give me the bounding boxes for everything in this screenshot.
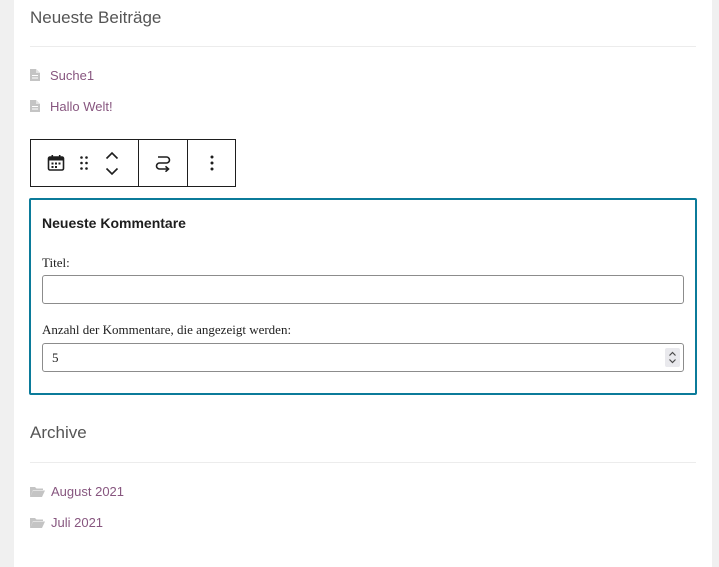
post-link[interactable]: Suche1 xyxy=(50,68,94,83)
toolbar-group xyxy=(31,140,139,186)
post-link[interactable]: Hallo Welt! xyxy=(50,99,113,114)
recent-comments-block[interactable]: Neueste Kommentare Titel: Anzahl der Kom… xyxy=(29,198,697,395)
list-item[interactable]: Suche1 xyxy=(30,66,94,84)
block-title: Neueste Kommentare xyxy=(42,215,186,231)
title-field-label: Titel: xyxy=(42,255,70,270)
title-input[interactable] xyxy=(42,275,684,304)
archive-title: Archive xyxy=(30,423,87,442)
calendar-icon[interactable] xyxy=(44,151,68,175)
divider xyxy=(30,462,696,463)
document-icon xyxy=(30,100,40,112)
transform-icon[interactable] xyxy=(151,151,175,175)
archive-link[interactable]: Juli 2021 xyxy=(51,515,103,530)
drag-handle-icon[interactable] xyxy=(74,151,94,175)
move-down-icon[interactable] xyxy=(100,163,124,179)
widget-panel: Neueste Beiträge Suche1 Hallo Welt! Neue… xyxy=(14,0,712,567)
more-options-icon[interactable] xyxy=(200,151,224,175)
list-item[interactable]: August 2021 xyxy=(30,482,124,500)
document-icon xyxy=(30,69,40,81)
comment-count-value: 5 xyxy=(52,350,59,365)
count-field-label: Anzahl der Kommentare, die angezeigt wer… xyxy=(42,322,292,337)
move-up-icon[interactable] xyxy=(100,147,124,163)
list-item[interactable]: Juli 2021 xyxy=(30,513,103,531)
divider xyxy=(30,46,696,47)
recent-posts-title: Neueste Beiträge xyxy=(30,8,162,27)
block-toolbar xyxy=(30,139,236,187)
folder-icon xyxy=(30,517,45,528)
folder-icon xyxy=(30,486,45,497)
mover-controls xyxy=(100,147,124,179)
list-item[interactable]: Hallo Welt! xyxy=(30,97,113,115)
spinner-control[interactable] xyxy=(665,348,680,367)
archive-link[interactable]: August 2021 xyxy=(51,484,124,499)
toolbar-group xyxy=(139,140,188,186)
toolbar-group xyxy=(188,140,235,186)
comment-count-input[interactable]: 5 xyxy=(42,343,684,372)
